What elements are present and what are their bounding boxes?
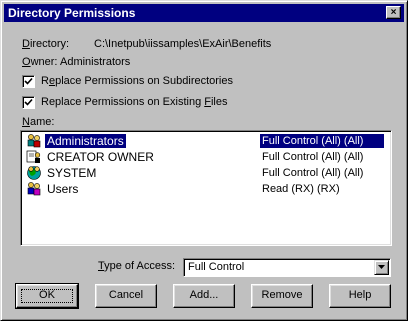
checkmark-icon: [24, 98, 33, 106]
remove-button[interactable]: Remove: [251, 284, 313, 308]
directory-label: Directory:: [22, 38, 70, 50]
name-list-label: Name:: [22, 116, 55, 128]
dropdown-button[interactable]: [374, 260, 389, 275]
list-item[interactable]: SYSTEM Full Control (All) (All): [24, 165, 386, 181]
list-item[interactable]: Users Read (RX) (RX): [24, 181, 386, 197]
chevron-down-icon: [378, 265, 385, 269]
help-button[interactable]: Help: [329, 284, 391, 308]
close-button[interactable]: ×: [386, 6, 401, 19]
checkbox-box[interactable]: [22, 75, 35, 88]
owner-value: Administrators: [60, 56, 131, 68]
cancel-button-label: Cancel: [108, 289, 144, 301]
replace-subdirectories-label: Replace Permissions on Subdirectories: [41, 75, 233, 87]
list-item-name: SYSTEM: [47, 166, 97, 180]
directory-path: C:\Inetpub\iissamples\ExAir\Benefits: [94, 38, 272, 50]
users-group-icon: [27, 182, 41, 196]
list-item[interactable]: Administrators Full Control (All) (All): [24, 133, 386, 149]
checkbox-box[interactable]: [22, 96, 35, 109]
replace-files-label: Replace Permissions on Existing Files: [41, 96, 228, 108]
add-button-label: Add...: [189, 289, 219, 301]
title-bar[interactable]: Directory Permissions ×: [4, 4, 404, 22]
window-title: Directory Permissions: [8, 6, 136, 20]
close-icon: ×: [390, 7, 397, 18]
list-item-name: CREATOR OWNER: [47, 150, 154, 164]
permissions-list[interactable]: Administrators Full Control (All) (All) …: [20, 130, 392, 246]
remove-button-label: Remove: [261, 289, 303, 301]
ok-button-label: OK: [17, 285, 77, 307]
list-item-name: Users: [47, 182, 79, 196]
list-item-access: Full Control (All) (All): [262, 151, 364, 163]
list-item-access: Full Control (All) (All): [260, 134, 384, 148]
type-of-access-select[interactable]: Full Control: [183, 258, 391, 277]
add-button[interactable]: Add...: [173, 284, 235, 308]
ok-button[interactable]: OK: [15, 283, 79, 309]
owner-label: Owner:: [22, 56, 58, 68]
directory-permissions-dialog: Directory Permissions × Directory: C:\In…: [0, 0, 408, 321]
list-item-name: Administrators: [45, 134, 126, 148]
type-of-access-value: Full Control: [188, 261, 245, 273]
help-button-label: Help: [348, 289, 372, 301]
list-item-access: Full Control (All) (All): [262, 167, 364, 179]
system-group-icon: [27, 166, 41, 180]
checkmark-icon: [24, 77, 33, 85]
group-icon: [27, 134, 41, 148]
type-of-access-label: Type of Access:: [98, 260, 176, 272]
cancel-button[interactable]: Cancel: [95, 284, 157, 308]
list-item-access: Read (RX) (RX): [262, 183, 340, 195]
list-item[interactable]: CREATOR OWNER Full Control (All) (All): [24, 149, 386, 165]
creator-owner-icon: [26, 150, 41, 163]
